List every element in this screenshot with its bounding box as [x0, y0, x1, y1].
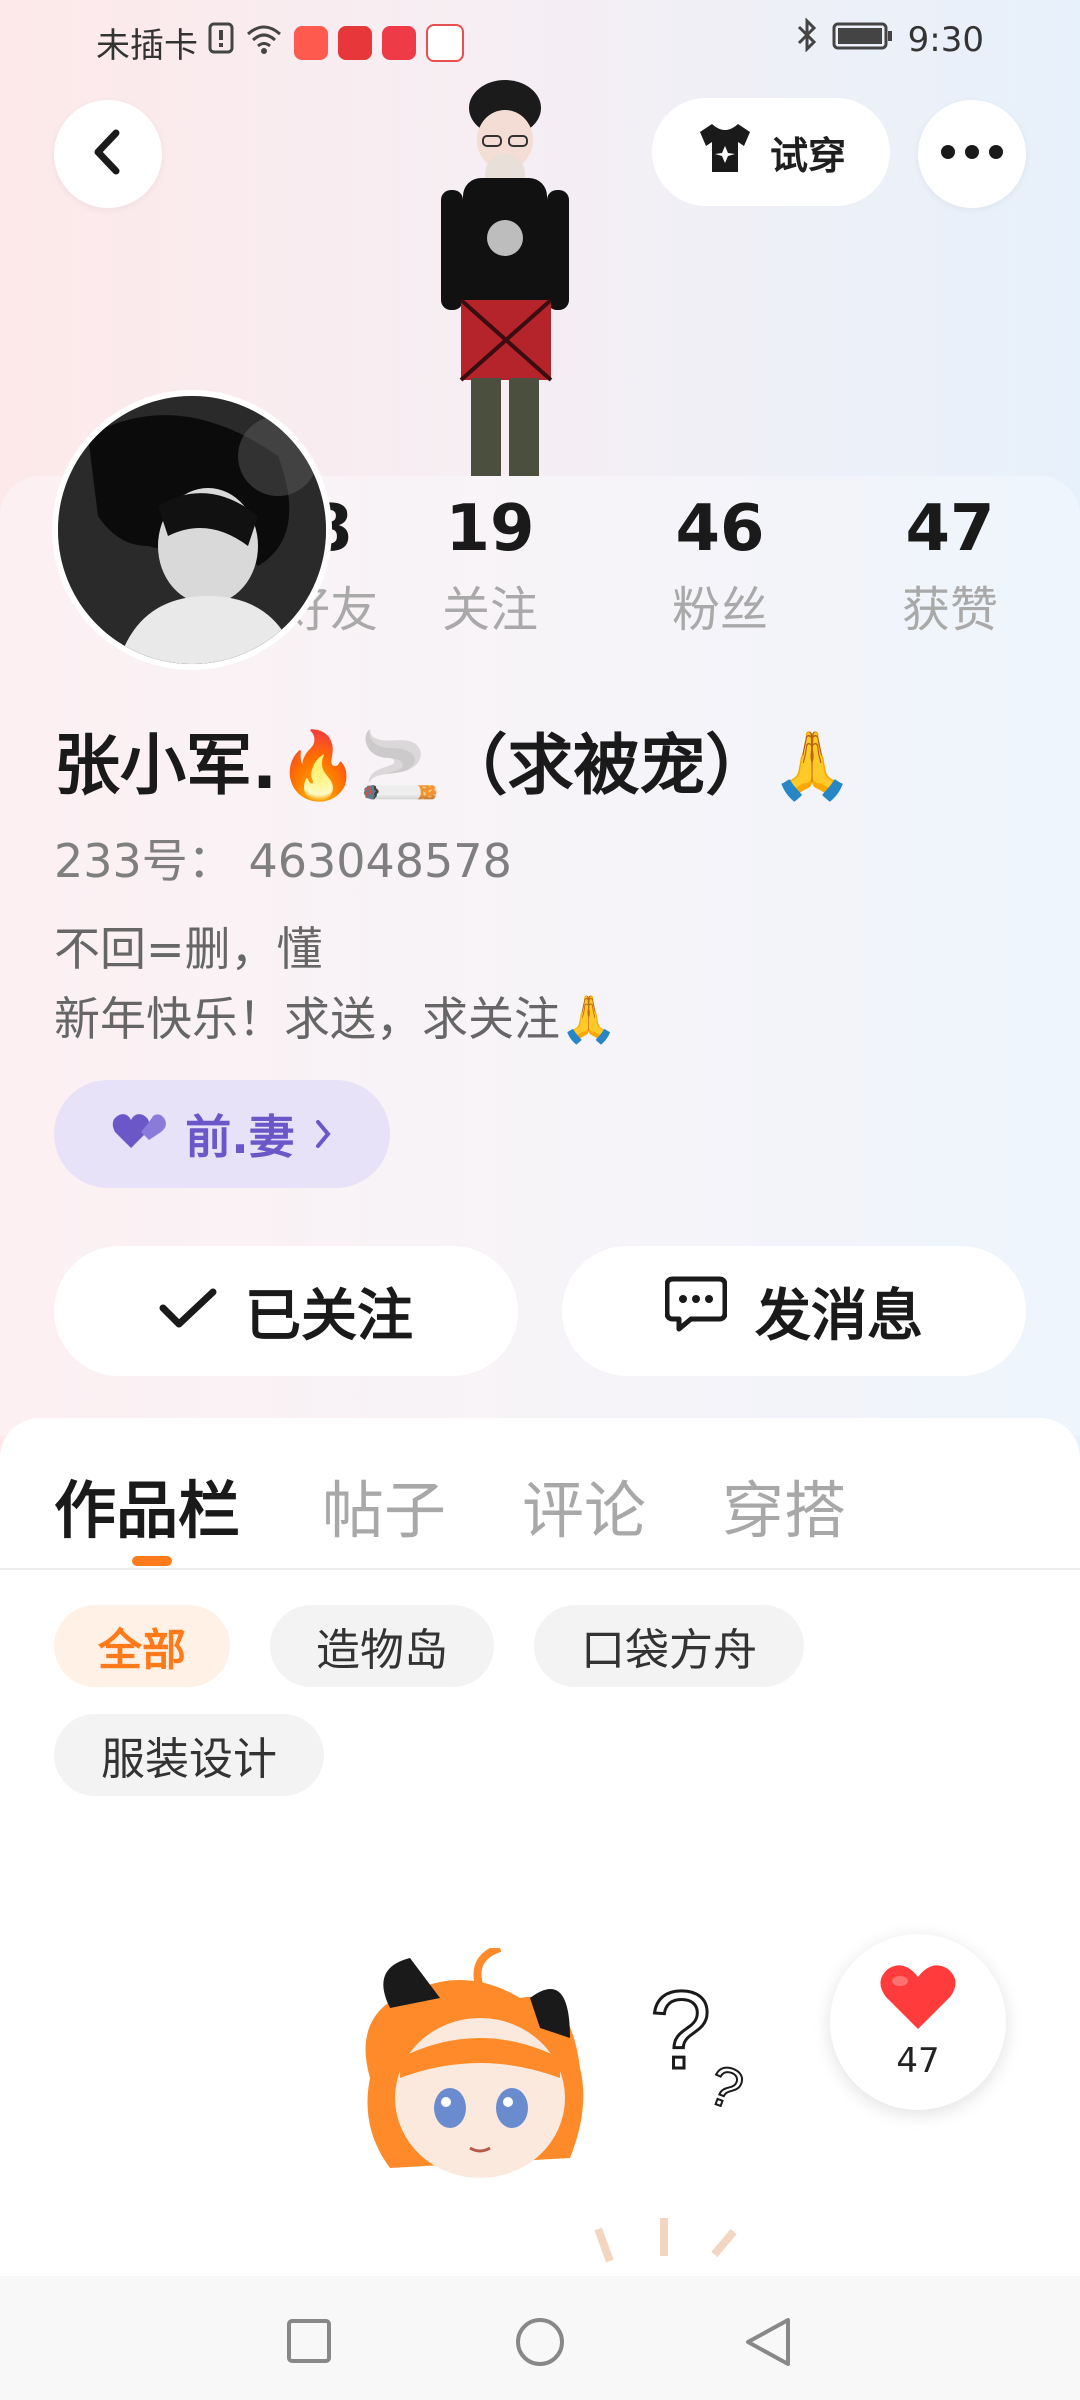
wifi-icon: [244, 22, 284, 63]
relationship-tag[interactable]: 前.妻: [54, 1080, 390, 1188]
send-message-label: 发消息: [755, 1283, 923, 1349]
back-nav-button[interactable]: [744, 2316, 792, 2372]
stat-number: 46: [675, 492, 765, 566]
heart-icon: [878, 1963, 958, 2037]
sim-icon: [208, 22, 234, 63]
stat-followers[interactable]: 46 粉丝: [610, 492, 830, 640]
stat-likes[interactable]: 47 获赞: [840, 492, 1060, 640]
character-avatar[interactable]: [405, 78, 605, 478]
tab-outfits[interactable]: 穿搭: [722, 1460, 846, 1550]
double-heart-icon: [111, 1107, 167, 1161]
home-button[interactable]: [514, 2316, 566, 2372]
like-float-button[interactable]: 47: [830, 1934, 1006, 2110]
tab-works[interactable]: 作品栏: [54, 1460, 240, 1550]
chat-bubble-icon: [664, 1275, 728, 1347]
empty-state-illustration: ? ?: [330, 1944, 790, 2288]
tab-bar: 作品栏 帖子 评论 穿搭: [0, 1418, 1080, 1570]
svg-text:?: ?: [650, 1969, 711, 2092]
avatar[interactable]: [52, 390, 332, 670]
send-message-button[interactable]: 发消息: [562, 1246, 1026, 1376]
content-panel: 作品栏 帖子 评论 穿搭 全部 造物岛 口袋方舟 服装设计 ? ?: [0, 1418, 1080, 2400]
following-button[interactable]: 已关注: [54, 1246, 518, 1376]
system-nav-bar: [0, 2276, 1080, 2400]
profile-id-value: 463048578: [248, 834, 512, 888]
like-count: 47: [896, 2041, 940, 2081]
try-on-button[interactable]: 试穿: [652, 98, 890, 206]
chevron-right-icon: [313, 1107, 333, 1161]
app-notification-icon: [294, 25, 328, 60]
more-button[interactable]: [918, 100, 1026, 208]
filter-all[interactable]: 全部: [54, 1605, 230, 1687]
app-notification-icon: [382, 25, 416, 60]
bluetooth-icon: [796, 17, 818, 61]
book-icon: [426, 23, 464, 62]
stat-number: 19: [445, 492, 535, 566]
status-bar: 未插卡 9:30: [0, 0, 1080, 80]
stat-label: 获赞: [901, 582, 998, 638]
profile-bio: 不回=删，懂 新年快乐！求送，求关注🙏: [54, 914, 617, 1054]
relationship-tag-label: 前.妻: [185, 1110, 295, 1164]
stat-following[interactable]: 19 关注: [380, 492, 600, 640]
filter-fashion-design[interactable]: 服装设计: [54, 1714, 324, 1796]
chevron-left-icon: [88, 127, 128, 181]
tab-posts[interactable]: 帖子: [322, 1460, 446, 1550]
app-notification-icon: [338, 25, 372, 60]
profile-id: 233号： 463048578: [54, 825, 512, 891]
filter-creation-island[interactable]: 造物岛: [270, 1605, 494, 1687]
following-label: 已关注: [245, 1283, 413, 1349]
recent-apps-button[interactable]: [286, 2318, 332, 2368]
try-on-label: 试穿: [769, 133, 846, 178]
battery-icon: [832, 20, 894, 60]
tab-indicator: [132, 1556, 172, 1566]
more-dots-icon: [940, 144, 1004, 164]
stat-number: 47: [905, 492, 995, 566]
tshirt-icon: [696, 122, 754, 183]
filter-pocket-ark[interactable]: 口袋方舟: [534, 1605, 804, 1687]
profile-id-label: 233号：: [54, 834, 234, 888]
carrier-text: 未插卡: [96, 26, 198, 66]
stat-label: 关注: [441, 582, 538, 638]
clock-text: 9:30: [907, 19, 984, 60]
check-icon: [159, 1279, 217, 1344]
bio-line: 不回=删，懂: [54, 922, 323, 976]
tab-comments[interactable]: 评论: [522, 1460, 646, 1550]
bio-line: 新年快乐！求送，求关注🙏: [54, 992, 618, 1046]
profile-name: 张小军.🔥🚬（求被宠）🙏: [54, 727, 854, 804]
stat-label: 粉丝: [671, 582, 768, 638]
back-button[interactable]: [54, 100, 162, 208]
